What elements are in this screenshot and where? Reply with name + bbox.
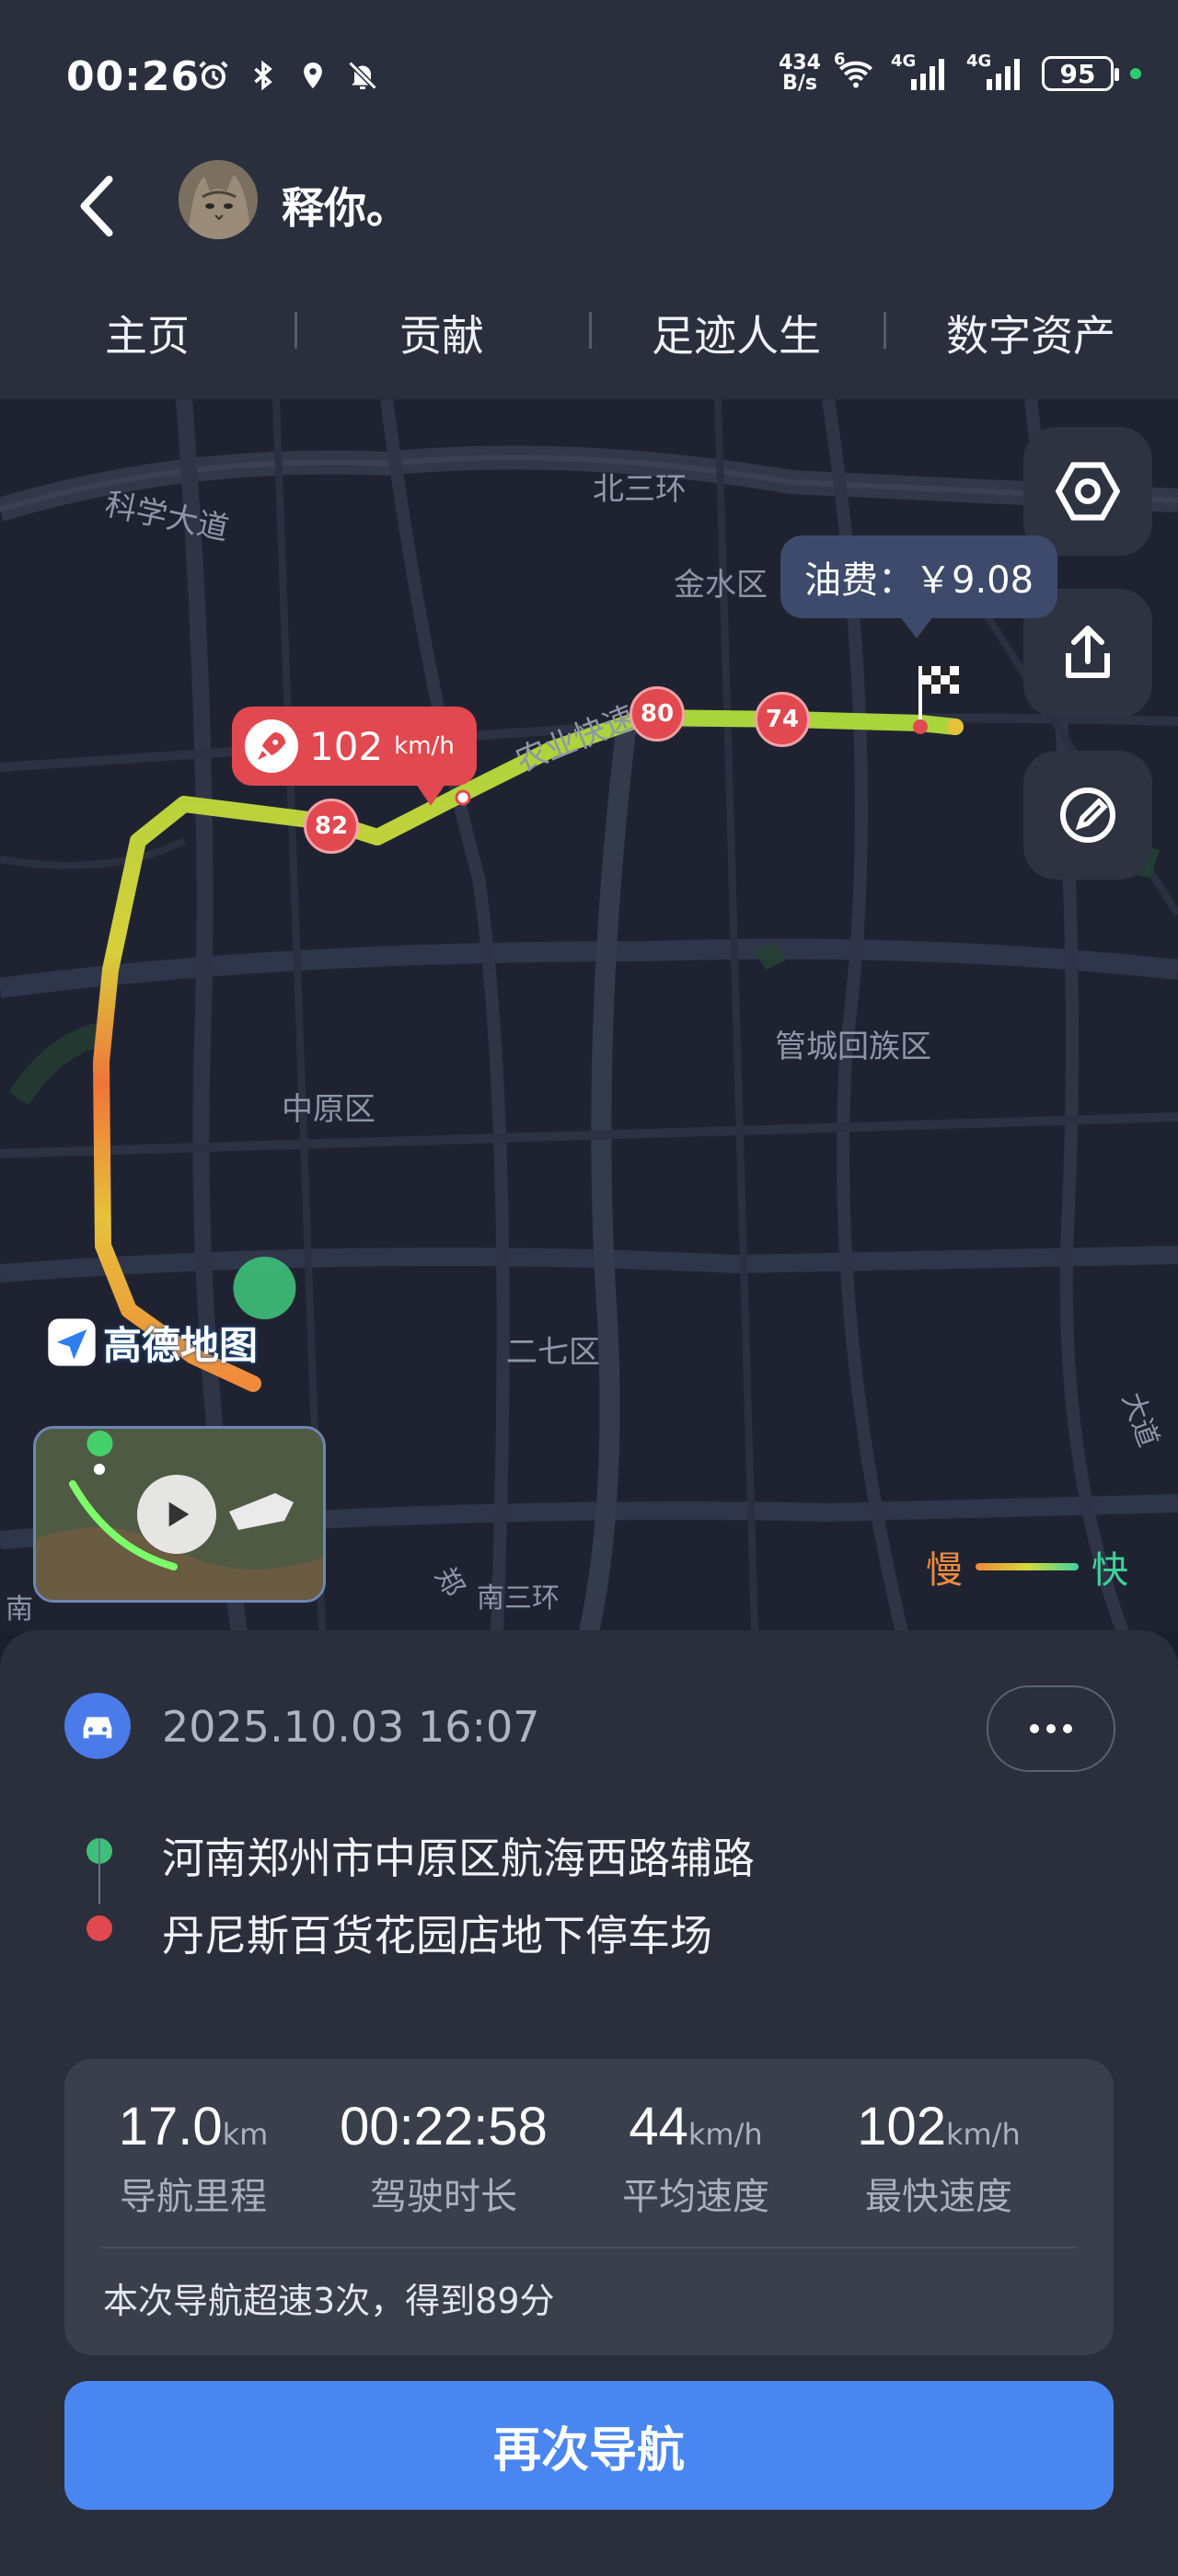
stats-divider <box>101 2247 1077 2248</box>
cat-avatar-image <box>179 160 258 239</box>
end-address[interactable]: 丹尼斯百货花园店地下停车场 <box>162 1903 712 1963</box>
wifi-generation: 6 <box>834 50 846 69</box>
legend-fast: 快 <box>1091 1549 1128 1592</box>
status-bar: 00:26 434 B/s 6 4G 4G 95 <box>0 0 1178 147</box>
privacy-indicator-dot <box>1130 68 1141 79</box>
speed-badge: 82 <box>304 799 359 854</box>
map-label-nan: 南 <box>6 1593 33 1626</box>
stat-value: 102 <box>857 2097 946 2156</box>
amap-logo-icon <box>48 1318 96 1366</box>
status-time: 00:26 <box>66 53 201 100</box>
map-label-jinshuiqu: 金水区 <box>674 567 768 604</box>
chevron-left-icon <box>80 175 113 237</box>
share-icon <box>1066 626 1110 678</box>
signal-1-label: 4G <box>891 52 917 71</box>
play-icon <box>168 1501 190 1527</box>
stat-avg-speed: 44km/h 平均速度 <box>576 2096 815 2220</box>
avatar[interactable] <box>179 160 258 239</box>
net-speed-value: 434 <box>779 52 821 75</box>
wifi-icon: 6 <box>834 50 874 92</box>
trip-route-map[interactable]: 北三环 科学大道 金水区 农业快速 管城回族区 中原区 二七区 南三环 郑 南 … <box>0 399 1178 1632</box>
end-point-dot <box>87 1915 112 1941</box>
signal-icon-1: 4G <box>891 52 950 92</box>
stat-value: 17.0 <box>118 2097 223 2156</box>
location-icon <box>294 57 331 94</box>
tab-footprint-life[interactable]: 足迹人生 <box>589 303 884 363</box>
stat-label: 驾驶时长 <box>370 2176 517 2218</box>
hexagon-settings-icon <box>1055 462 1121 521</box>
play-button[interactable] <box>137 1475 216 1554</box>
stat-label: 平均速度 <box>622 2176 769 2218</box>
speed-badge: 80 <box>629 686 685 742</box>
battery-indicator: 95 <box>1042 56 1119 91</box>
stat-unit: km <box>222 2117 269 2152</box>
stat-distance: 17.0km 导航里程 <box>74 2096 313 2220</box>
car-icon <box>64 1693 131 1759</box>
status-icons-right: 434 B/s 6 4G 4G 95 <box>779 50 1141 94</box>
stat-value: 00:22:58 <box>340 2097 548 2156</box>
stat-unit: km/h <box>687 2117 763 2152</box>
bluetooth-icon <box>245 57 282 94</box>
rocket-icon <box>245 719 298 773</box>
alarm-icon <box>195 57 232 94</box>
map-label-erqiqu: 二七区 <box>506 1334 600 1371</box>
map-label-zhongyuanqu: 中原区 <box>282 1091 375 1128</box>
legend-gradient-bar <box>976 1563 1079 1570</box>
navigate-again-button[interactable]: 再次导航 <box>64 2381 1114 2510</box>
map-label-guancheng: 管城回族区 <box>775 1029 931 1065</box>
stat-label: 导航里程 <box>120 2176 267 2218</box>
net-speed-unit: B/s <box>782 72 817 95</box>
tab-home[interactable]: 主页 <box>0 303 294 363</box>
back-button[interactable] <box>64 169 129 243</box>
legend-slow: 慢 <box>926 1549 963 1592</box>
speed-badge: 74 <box>755 692 810 747</box>
profile-tabs: 主页 贡献 足迹人生 数字资产 <box>0 267 1178 399</box>
tab-contribution[interactable]: 贡献 <box>294 303 589 363</box>
top-speed-unit: km/h <box>394 732 455 760</box>
stat-duration: 00:22:58 驾驶时长 <box>324 2096 563 2220</box>
status-icons-left <box>195 57 381 94</box>
mute-bell-icon <box>344 57 381 94</box>
tab-digital-assets[interactable]: 数字资产 <box>884 303 1178 363</box>
edit-pencil-icon <box>1060 788 1115 843</box>
more-dots-icon <box>1030 1724 1039 1733</box>
signal-icon-2: 4G <box>966 52 1025 92</box>
stat-unit: km/h <box>946 2117 1021 2152</box>
fuel-cost-tooltip: 油费：￥9.08 <box>780 535 1058 638</box>
map-label-nansanhuan: 南三环 <box>477 1582 560 1615</box>
route-connector-line <box>98 1838 100 1904</box>
trip-replay-video-thumbnail[interactable] <box>33 1426 326 1603</box>
network-speed: 434 B/s <box>779 53 821 94</box>
stat-max-speed: 102km/h 最快速度 <box>819 2096 1058 2220</box>
trip-datetime: 2025.10.03 16:07 <box>162 1702 540 1752</box>
top-speed-tooltip: 102 km/h <box>232 707 477 806</box>
top-speed-value: 102 <box>309 723 384 769</box>
username: 释你。 <box>282 183 409 233</box>
amap-watermark: 高德地图 <box>46 1310 258 1374</box>
more-options-button[interactable] <box>987 1685 1115 1772</box>
profile-header: 释你。 <box>0 147 1178 267</box>
stat-value: 44 <box>629 2097 688 2156</box>
start-address[interactable]: 河南郑州市中原区航海西路辅路 <box>162 1825 755 1886</box>
stat-label: 最快速度 <box>865 2176 1012 2218</box>
watermark-text: 高德地图 <box>103 1322 259 1368</box>
speeding-summary: 本次导航超速3次，得到89分 <box>103 2281 555 2321</box>
trip-stats-card: 17.0km 导航里程 00:22:58 驾驶时长 44km/h 平均速度 10… <box>64 2059 1114 2355</box>
speed-legend: 慢 快 <box>926 1540 1128 1593</box>
edit-button[interactable] <box>1023 751 1152 880</box>
signal-2-label: 4G <box>966 52 992 71</box>
map-label-beisanhuan: 北三环 <box>593 471 687 508</box>
